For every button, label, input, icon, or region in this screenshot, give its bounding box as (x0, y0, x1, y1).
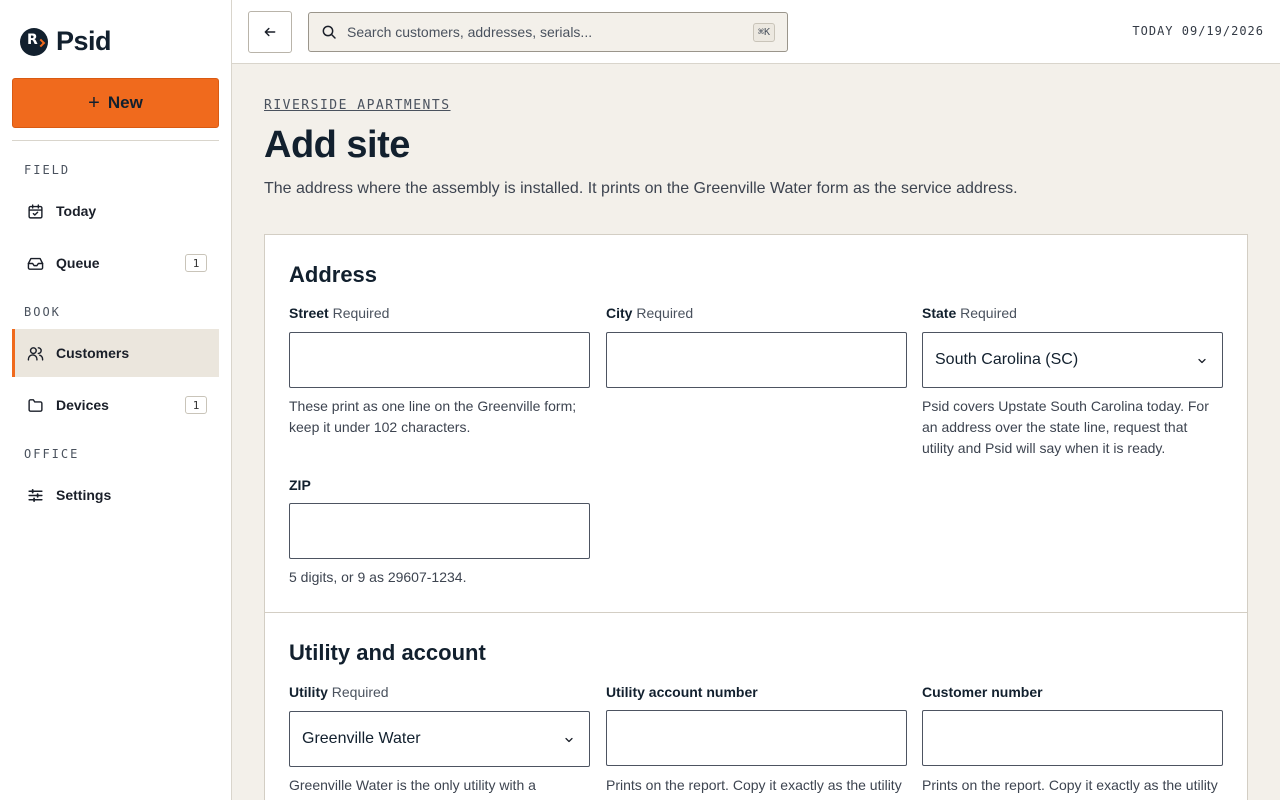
city-field[interactable] (606, 332, 907, 388)
sidebar-item-label: Customers (56, 345, 130, 361)
sidebar-item-queue[interactable]: Queue 1 (12, 239, 219, 287)
utility-label: Utility Required (289, 684, 389, 700)
account-number-label: Utility account number (606, 684, 758, 700)
chevron-down-icon (1198, 358, 1206, 364)
street-help: These print as one line on the Greenvill… (289, 398, 577, 435)
utility-value: Greenville Water (302, 730, 421, 747)
calendar-check-icon (28, 203, 43, 219)
city-input[interactable] (607, 333, 906, 387)
brand-logo: R (20, 27, 48, 56)
today-date: TODAY 09/19/2026 (1132, 24, 1264, 38)
sidebar: R Psid + New FIELD Today Queue 1 BOOK Cu… (0, 0, 232, 800)
page-subtitle: The address where the assembly is instal… (264, 180, 1018, 197)
section-heading: Address (289, 262, 378, 287)
city-label: City Required (606, 305, 694, 321)
sidebar-item-settings[interactable]: Settings (12, 471, 219, 519)
arrow-left-icon (264, 27, 276, 37)
customer-number-label: Customer number (922, 684, 1043, 700)
plus-icon: + (88, 91, 100, 114)
users-icon (27, 346, 44, 361)
street-label: Street Required (289, 305, 390, 321)
state-value: South Carolina (SC) (935, 351, 1079, 368)
shortcut-hint: ⌘K (752, 23, 775, 42)
state-label: State Required (922, 305, 1017, 321)
folder-icon (28, 398, 43, 412)
count-badge: 1 (185, 254, 207, 272)
street-input[interactable] (290, 333, 589, 387)
sidebar-item-label: Today (56, 203, 97, 219)
brand[interactable]: R Psid (20, 26, 112, 57)
section-heading: Utility and account (289, 640, 486, 665)
sidebar-item-label: Queue (56, 255, 100, 271)
street-field[interactable] (289, 332, 590, 388)
breadcrumb[interactable]: RIVERSIDE APARTMENTS (264, 98, 451, 113)
utility-select[interactable]: Greenville Water (289, 711, 590, 767)
account-number-help: Prints on the report. Copy it exactly as… (606, 777, 902, 793)
sidebar-item-devices[interactable]: Devices 1 (12, 381, 219, 429)
utility-help: Greenville Water is the only utility wit… (289, 777, 536, 793)
back-button[interactable] (248, 11, 292, 53)
page-title: Add site (264, 124, 410, 166)
sidebar-item-customers[interactable]: Customers (12, 329, 219, 377)
utility-card: Utility and account Utility Required Gre… (264, 612, 1248, 800)
zip-field[interactable] (289, 503, 590, 559)
search-icon (322, 25, 336, 39)
sliders-icon (28, 488, 43, 502)
brand-logo-letter: R (27, 31, 38, 48)
new-button[interactable]: + New (12, 78, 219, 128)
inbox-icon (27, 257, 44, 270)
state-help: Psid covers Upstate South Carolina today… (922, 398, 1209, 456)
account-number-input[interactable] (607, 711, 906, 765)
count-badge: 1 (185, 396, 207, 414)
section-label-field: FIELD (24, 163, 71, 177)
search-input[interactable] (347, 24, 737, 40)
section-label-office: OFFICE (24, 447, 80, 461)
customer-number-help: Prints on the report. Copy it exactly as… (922, 777, 1218, 793)
customer-number-input[interactable] (923, 711, 1222, 765)
state-select[interactable]: South Carolina (SC) (922, 332, 1223, 388)
search-box[interactable]: ⌘K (308, 12, 788, 52)
customer-number-field[interactable] (922, 710, 1223, 766)
zip-help: 5 digits, or 9 as 29607-1234. (289, 569, 467, 585)
brand-name: Psid (56, 26, 112, 56)
sidebar-item-today[interactable]: Today (12, 187, 219, 235)
zip-input[interactable] (290, 504, 589, 558)
address-card: Address Street Required These print as o… (264, 234, 1248, 613)
new-button-label: New (107, 93, 143, 112)
sidebar-item-label: Devices (56, 397, 109, 413)
sidebar-item-label: Settings (56, 487, 112, 503)
account-number-field[interactable] (606, 710, 907, 766)
top-bar: ⌘K TODAY 09/19/2026 (232, 0, 1280, 64)
chevron-down-icon (565, 737, 573, 743)
section-label-book: BOOK (24, 305, 61, 319)
sidebar-divider (12, 140, 219, 141)
zip-label: ZIP (289, 477, 311, 493)
